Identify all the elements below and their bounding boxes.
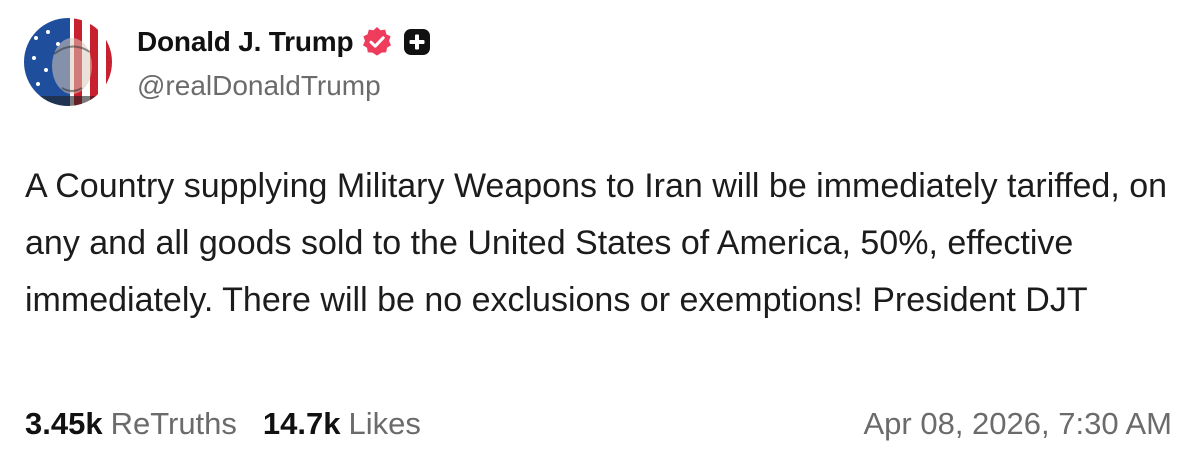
author-display-name[interactable]: Donald J. Trump — [137, 26, 354, 58]
post-timestamp[interactable]: Apr 08, 2026, 7:30 AM — [864, 406, 1173, 442]
author-handle[interactable]: @realDonaldTrump — [137, 70, 381, 102]
likes-count: 14.7k — [262, 406, 341, 441]
avatar-image — [24, 18, 112, 106]
likes-stat[interactable]: 14.7k Likes — [263, 406, 421, 442]
verified-badge-icon — [361, 26, 393, 58]
retruths-stat[interactable]: 3.45k ReTruths — [25, 406, 237, 442]
avatar[interactable] — [24, 18, 112, 106]
likes-label: Likes — [348, 406, 421, 441]
post-stats: 3.45k ReTruths 14.7k Likes — [25, 406, 421, 442]
post-body: A Country supplying Military Weapons to … — [25, 167, 1168, 319]
retruths-count: 3.45k — [25, 406, 103, 441]
retruths-label: ReTruths — [110, 406, 237, 441]
post-card: Donald J. Trump @realDonaldTrump A Count… — [0, 0, 1200, 472]
author-row: Donald J. Trump — [137, 22, 433, 62]
plus-badge-icon — [401, 26, 433, 58]
